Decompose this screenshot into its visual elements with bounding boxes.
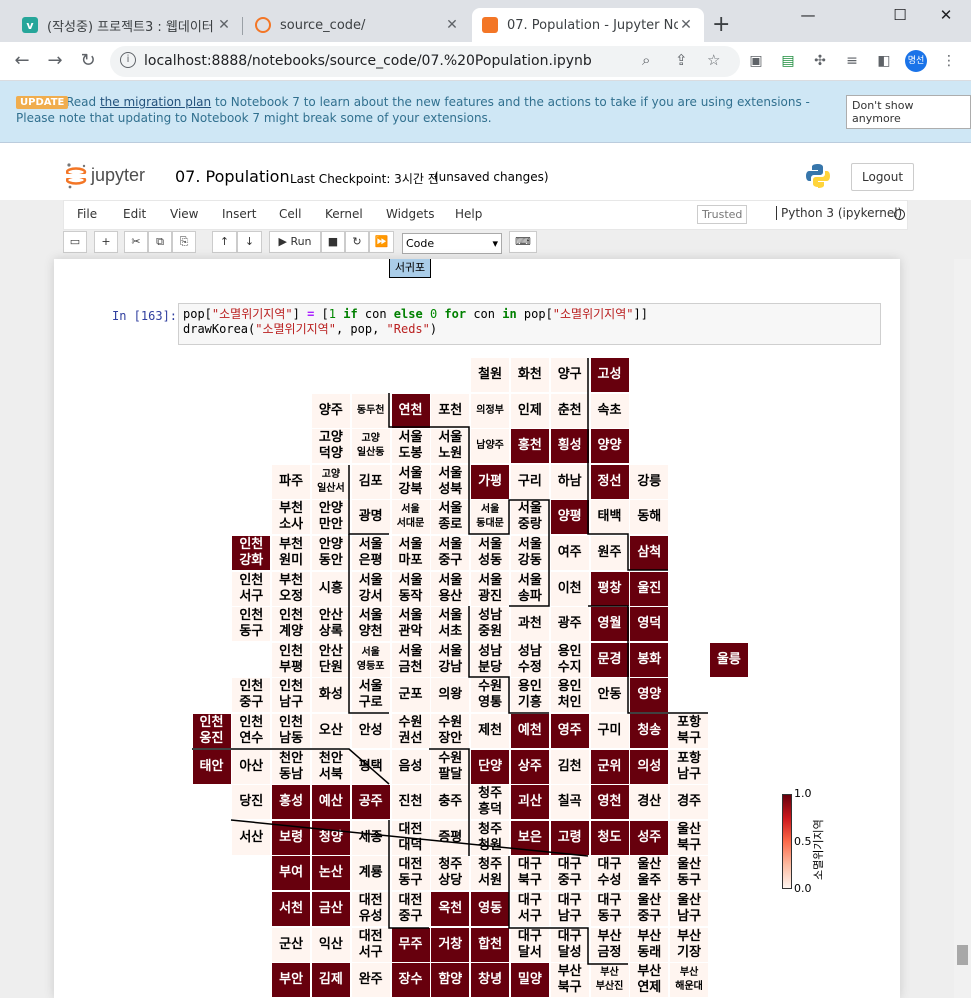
page-scrollbar[interactable] — [954, 259, 971, 998]
menu-cell[interactable]: Cell — [279, 207, 301, 221]
puzzle-icon[interactable]: ✣ — [811, 53, 829, 71]
input-prompt: In [163]: — [112, 309, 178, 323]
svg-text:jupyter: jupyter — [90, 165, 145, 185]
kernel-status-icon — [894, 209, 905, 220]
extension-icon[interactable]: ▤ — [779, 53, 797, 71]
menu-widgets[interactable]: Widgets — [386, 207, 435, 221]
close-window-button[interactable]: ✕ — [926, 6, 966, 24]
colorbar-tick: 1.0 — [794, 787, 812, 800]
close-icon[interactable]: ✕ — [444, 17, 460, 33]
cell-type-select[interactable]: Code ▾ — [402, 233, 502, 254]
colorbar-label: 소멸위기지역 — [812, 819, 825, 880]
checkpoint-text: Last Checkpoint: 3시간 전 — [290, 172, 439, 186]
forward-icon[interactable]: → — [43, 50, 67, 71]
reload-icon[interactable]: ↻ — [76, 50, 100, 71]
unsaved-status: (unsaved changes) — [434, 170, 549, 184]
logout-button[interactable]: Logout — [851, 163, 915, 191]
tab-3-active[interactable]: 07. Population - Jupyter Notel ✕ — [472, 8, 704, 42]
menu-insert[interactable]: Insert — [222, 207, 256, 221]
tab-2[interactable]: source_code/ ✕ — [245, 8, 470, 42]
notebook-header: jupyter 07. Population Last Checkpoint: … — [0, 143, 971, 200]
trusted-indicator[interactable]: Trusted — [697, 205, 748, 224]
back-icon[interactable]: ← — [10, 50, 34, 71]
extension-icon[interactable]: ▣ — [747, 53, 765, 71]
close-icon[interactable]: ✕ — [678, 17, 694, 33]
new-tab-button[interactable]: + — [712, 12, 730, 37]
update-banner: Read the migration plan to Notebook 7 to… — [0, 81, 971, 143]
code-cell[interactable]: pop["소멸위기지역"] = [1 if con else 0 for con… — [178, 303, 881, 345]
move-down-icon[interactable]: ↓ — [237, 231, 262, 253]
banner-text: Read the migration plan to Notebook 7 to… — [16, 95, 810, 125]
url-text: localhost:8888/notebooks/source_code/07.… — [144, 53, 592, 69]
close-icon[interactable]: ✕ — [216, 17, 232, 33]
python-logo-icon — [806, 164, 830, 188]
jupyter-icon — [482, 17, 498, 33]
colorbar — [782, 794, 792, 889]
tab-title: (작성중) 프로젝트3 : 웹데이터 — [47, 19, 214, 35]
address-bar[interactable]: i localhost:8888/notebooks/source_code/0… — [110, 46, 740, 77]
colorbar-tick: 0.5 — [794, 835, 812, 848]
notebook-menubar: File Edit View Insert Cell Kernel Widget… — [63, 200, 908, 230]
scrollbar-thumb[interactable] — [957, 945, 968, 965]
zoom-icon[interactable]: ⌕ — [642, 51, 650, 69]
bookmark-star-icon[interactable]: ☆ — [707, 51, 720, 69]
tab-bar: v (작성중) 프로젝트3 : 웹데이터 ✕ source_code/ ✕ 07… — [0, 0, 971, 42]
more-menu-icon[interactable]: ⋮ — [940, 53, 958, 71]
paste-icon[interactable]: ⎘ — [172, 231, 196, 253]
menu-kernel[interactable]: Kernel — [325, 207, 363, 221]
move-up-icon[interactable]: ↑ — [212, 231, 237, 253]
colorbar-tick: 0.0 — [794, 882, 812, 895]
notebook-title[interactable]: 07. Population — [175, 167, 290, 186]
cut-icon[interactable]: ✂ — [124, 231, 148, 253]
save-icon[interactable]: ▭ — [63, 231, 87, 253]
insert-cell-icon[interactable]: + — [94, 231, 118, 253]
command-palette-icon[interactable]: ⌨ — [509, 231, 537, 253]
copy-icon[interactable]: ⧉ — [148, 231, 172, 253]
menu-view[interactable]: View — [170, 207, 198, 221]
interrupt-icon[interactable]: ■ — [321, 231, 345, 253]
restart-run-all-icon[interactable]: ⏩ — [369, 231, 394, 253]
browser-toolbar: ← → ↻ i localhost:8888/notebooks/source_… — [0, 42, 971, 81]
share-icon[interactable]: ⇪ — [675, 51, 688, 69]
maximize-button[interactable]: ☐ — [880, 6, 920, 24]
v-icon: v — [22, 17, 38, 33]
previous-output-cell: 서귀포 — [389, 259, 431, 278]
jupyter-logo-icon[interactable]: jupyter — [66, 162, 156, 190]
profile-avatar[interactable]: 명선 — [905, 50, 927, 72]
minimize-button[interactable]: — — [788, 6, 828, 24]
tab-title: source_code/ — [280, 17, 366, 33]
dont-show-button[interactable]: Don't show anymore — [846, 95, 971, 129]
run-button[interactable]: ▶ Run — [269, 231, 321, 253]
sidepanel-icon[interactable]: ◧ — [875, 53, 893, 71]
kernel-name[interactable]: Python 3 (ipykernel) — [776, 206, 902, 220]
menu-file[interactable]: File — [77, 207, 97, 221]
menu-edit[interactable]: Edit — [123, 207, 146, 221]
media-icon[interactable]: ≡ — [843, 53, 861, 71]
jupyter-icon — [255, 17, 271, 33]
notebook-container — [54, 259, 900, 998]
menu-help[interactable]: Help — [455, 207, 482, 221]
restart-icon[interactable]: ↻ — [345, 231, 369, 253]
update-badge: UPDATE — [16, 96, 69, 109]
info-icon[interactable]: i — [120, 52, 136, 68]
tab-1[interactable]: v (작성중) 프로젝트3 : 웹데이터 ✕ — [12, 8, 242, 42]
migration-plan-link[interactable]: the migration plan — [100, 95, 211, 109]
tab-title: 07. Population - Jupyter Notel — [507, 17, 678, 33]
